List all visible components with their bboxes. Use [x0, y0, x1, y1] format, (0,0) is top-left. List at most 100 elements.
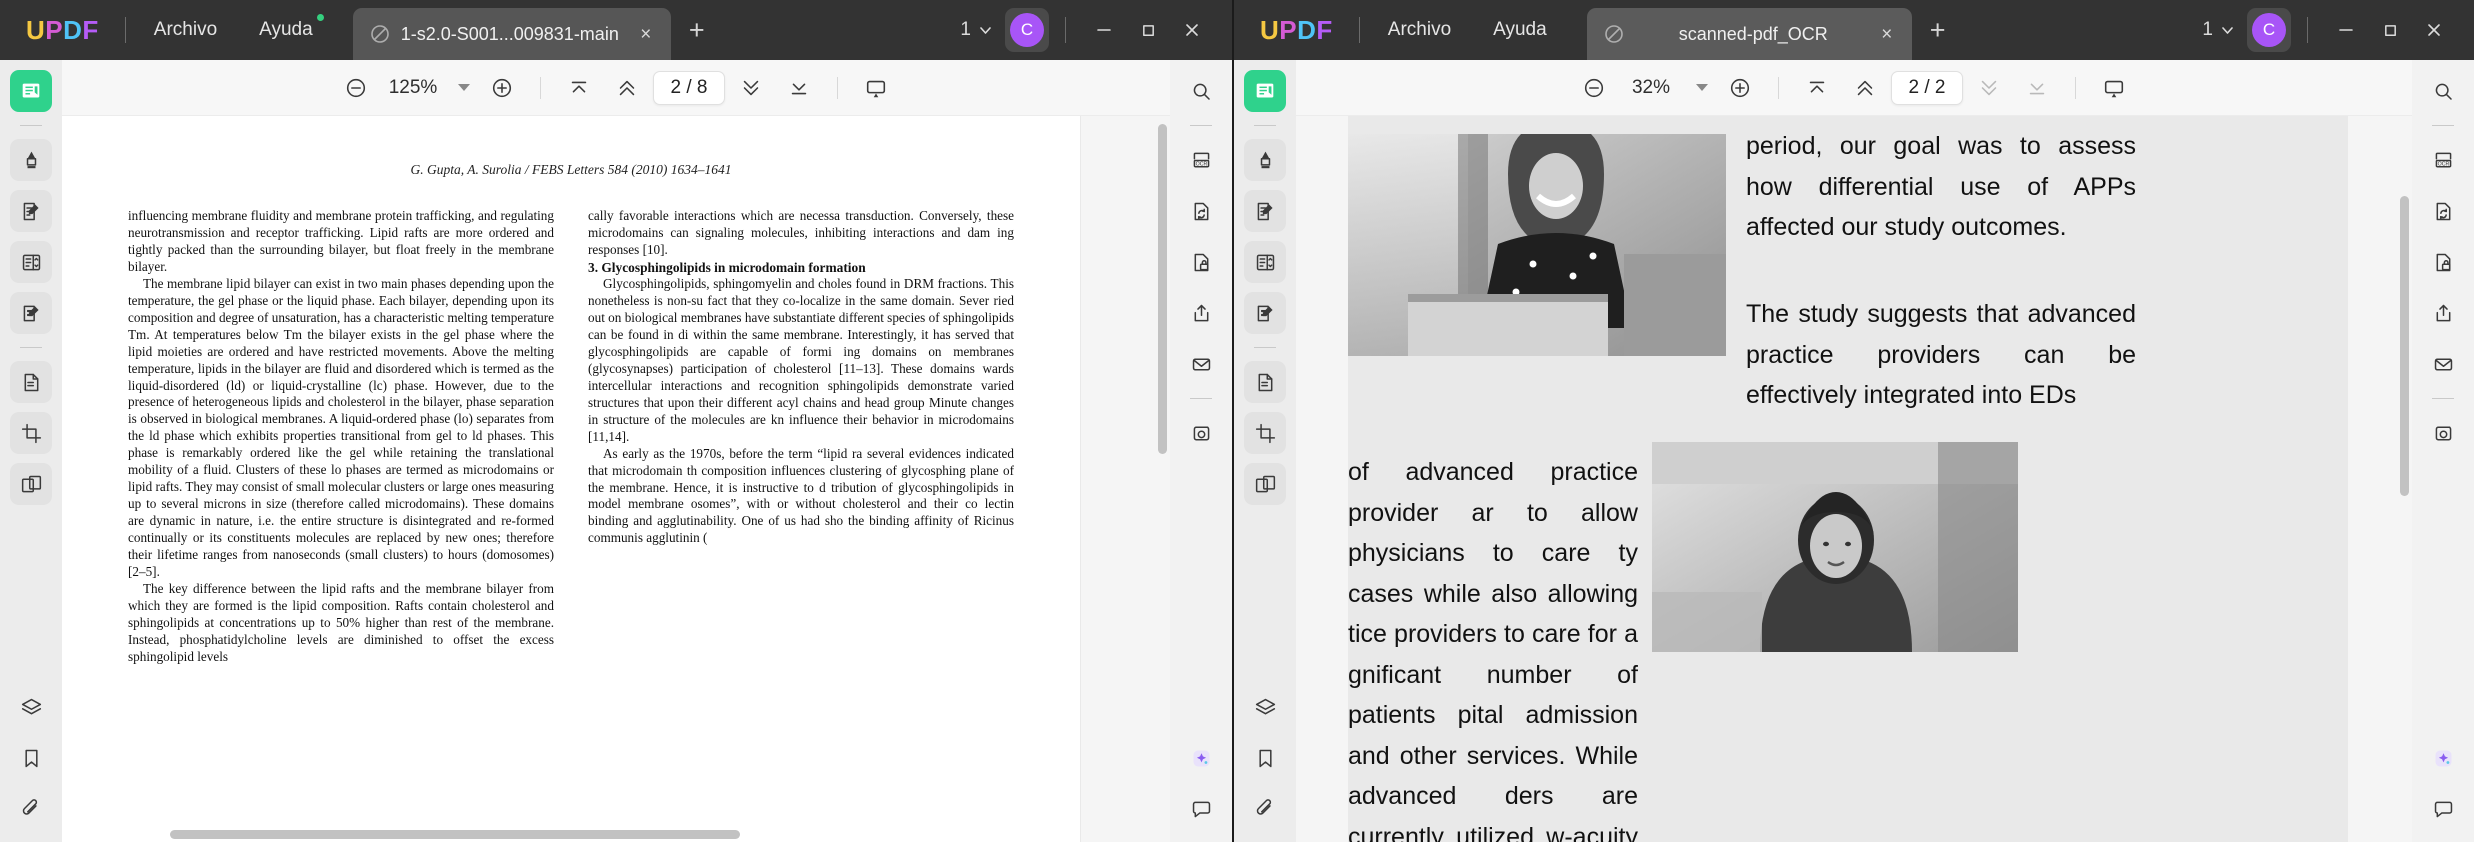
sidebar-item-annotate[interactable] [10, 292, 52, 334]
logo-d: D [63, 14, 83, 45]
sidebar-item-page-organize[interactable] [10, 241, 52, 283]
avatar-2[interactable]: C [2247, 8, 2291, 52]
menu-ayuda[interactable]: Ayuda [257, 13, 324, 47]
close-button-2[interactable] [2412, 10, 2456, 50]
rail-separator-2r2 [2432, 398, 2454, 399]
rail-separator-r1 [1190, 125, 1212, 126]
sidebar-item-reader-mode[interactable] [10, 70, 52, 112]
tab-close-icon[interactable]: × [635, 25, 657, 44]
zoom-level[interactable]: 125% [382, 77, 444, 99]
vertical-scrollbar-2[interactable] [2400, 196, 2409, 496]
last-page-button[interactable] [777, 68, 821, 108]
share-icon-2[interactable] [2422, 292, 2464, 334]
convert-icon[interactable] [1180, 190, 1222, 232]
svg-text:OCR: OCR [1195, 161, 1207, 167]
paragraph: influencing membrane fluidity and membra… [128, 208, 554, 274]
document-tab-2[interactable]: scanned-pdf_OCR × [1586, 8, 1912, 60]
presentation-button-2[interactable] [2092, 68, 2136, 108]
new-tab-button[interactable]: + [689, 16, 705, 44]
search-icon-2[interactable] [2422, 70, 2464, 112]
pdf-viewer-right[interactable]: period, our goal was to assess how diffe… [1296, 116, 2412, 842]
first-page-button[interactable] [557, 68, 601, 108]
search-icon[interactable] [1180, 70, 1222, 112]
column-right: cally favorable interactions which are n… [588, 208, 1014, 666]
zoom-out-button-2[interactable] [1572, 68, 1616, 108]
first-page-button-2[interactable] [1795, 68, 1839, 108]
convert-icon-2[interactable] [2422, 190, 2464, 232]
zoom-dropdown-caret-2[interactable] [1696, 84, 1708, 91]
pdf-page: G. Gupta, A. Surolia / FEBS Letters 584 … [62, 116, 1080, 842]
column-left: influencing membrane fluidity and membra… [128, 208, 554, 666]
page-indicator-2[interactable]: 2 / 2 [1891, 70, 1963, 105]
sidebar-item-edit-text-2[interactable] [1244, 190, 1286, 232]
new-tab-button-2[interactable]: + [1930, 16, 1946, 44]
sidebar-item-highlighter-2[interactable] [1244, 139, 1286, 181]
snapshot-icon[interactable] [1180, 412, 1222, 454]
maximize-button-2[interactable] [2368, 10, 2412, 50]
sidebar-item-compare[interactable] [10, 463, 52, 505]
sidebar-item-attachment[interactable] [10, 788, 52, 830]
menu-ayuda-label: Ayuda [259, 19, 313, 40]
sidebar-item-attachment-2[interactable] [1244, 788, 1286, 830]
next-page-button-2[interactable] [1967, 68, 2011, 108]
minimize-button[interactable] [1082, 10, 1126, 50]
menu-ayuda-label-2: Ayuda [1493, 19, 1547, 40]
ocr-icon[interactable]: OCR [1180, 139, 1222, 181]
sidebar-item-page-organize-2[interactable] [1244, 241, 1286, 283]
protect-icon[interactable] [1180, 241, 1222, 283]
zoom-in-button[interactable] [480, 68, 524, 108]
sidebar-item-edit-text[interactable] [10, 190, 52, 232]
sidebar-item-crop[interactable] [10, 412, 52, 454]
sidebar-item-document[interactable] [10, 361, 52, 403]
mail-icon-2[interactable] [2422, 343, 2464, 385]
mail-icon[interactable] [1180, 343, 1222, 385]
sidebar-item-highlighter[interactable] [10, 139, 52, 181]
sidebar-item-layers-2[interactable] [1244, 686, 1286, 728]
sidebar-item-crop-2[interactable] [1244, 412, 1286, 454]
protect-icon-2[interactable] [2422, 241, 2464, 283]
next-page-button[interactable] [729, 68, 773, 108]
avatar[interactable]: C [1005, 8, 1049, 52]
ocr-icon-2[interactable]: OCR [2422, 139, 2464, 181]
menu-archivo[interactable]: Archivo [152, 13, 219, 47]
presentation-button[interactable] [854, 68, 898, 108]
rail-separator-2r1 [2432, 125, 2454, 126]
zoom-in-button-2[interactable] [1718, 68, 1762, 108]
ai-assistant-icon[interactable] [1180, 737, 1222, 779]
account-selector-2[interactable]: 1 [2202, 19, 2233, 41]
horizontal-scrollbar[interactable] [170, 830, 740, 839]
page-indicator[interactable]: 2 / 8 [653, 70, 725, 105]
document-tab[interactable]: 1-s2.0-S001...009831-main × [352, 8, 671, 60]
prev-page-button-2[interactable] [1843, 68, 1887, 108]
sidebar-item-bookmark[interactable] [10, 737, 52, 779]
zoom-out-button[interactable] [334, 68, 378, 108]
account-selector[interactable]: 1 [960, 19, 991, 41]
snapshot-icon-2[interactable] [2422, 412, 2464, 454]
last-page-button-2[interactable] [2015, 68, 2059, 108]
tab-close-icon-2[interactable]: × [1876, 25, 1898, 44]
menu-ayuda-2[interactable]: Ayuda [1491, 13, 1549, 47]
sidebar-item-compare-2[interactable] [1244, 463, 1286, 505]
comment-icon-2[interactable] [2422, 788, 2464, 830]
sidebar-item-bookmark-2[interactable] [1244, 737, 1286, 779]
maximize-button[interactable] [1126, 10, 1170, 50]
share-icon[interactable] [1180, 292, 1222, 334]
comment-icon[interactable] [1180, 788, 1222, 830]
zoom-dropdown-caret[interactable] [458, 84, 470, 91]
logo-d-2: D [1297, 14, 1317, 45]
prev-page-button[interactable] [605, 68, 649, 108]
pdf-viewer-left[interactable]: G. Gupta, A. Surolia / FEBS Letters 584 … [62, 116, 1170, 842]
avatar-initial-2: C [2252, 13, 2286, 47]
viewer-toolbar-left: 125% 2 / 8 [62, 60, 1170, 116]
zoom-level-2[interactable]: 32% [1620, 77, 1682, 99]
sidebar-item-layers[interactable] [10, 686, 52, 728]
ai-assistant-icon-2[interactable] [2422, 737, 2464, 779]
sidebar-item-reader-mode-2[interactable] [1244, 70, 1286, 112]
close-button[interactable] [1170, 10, 1214, 50]
sidebar-item-document-2[interactable] [1244, 361, 1286, 403]
menu-archivo-2[interactable]: Archivo [1386, 13, 1453, 47]
titlebar-right: UPDF Archivo Ayuda scanned-pdf_OCR × + 1 [1234, 0, 2474, 60]
vertical-scrollbar[interactable] [1158, 124, 1167, 454]
minimize-button-2[interactable] [2324, 10, 2368, 50]
sidebar-item-annotate-2[interactable] [1244, 292, 1286, 334]
